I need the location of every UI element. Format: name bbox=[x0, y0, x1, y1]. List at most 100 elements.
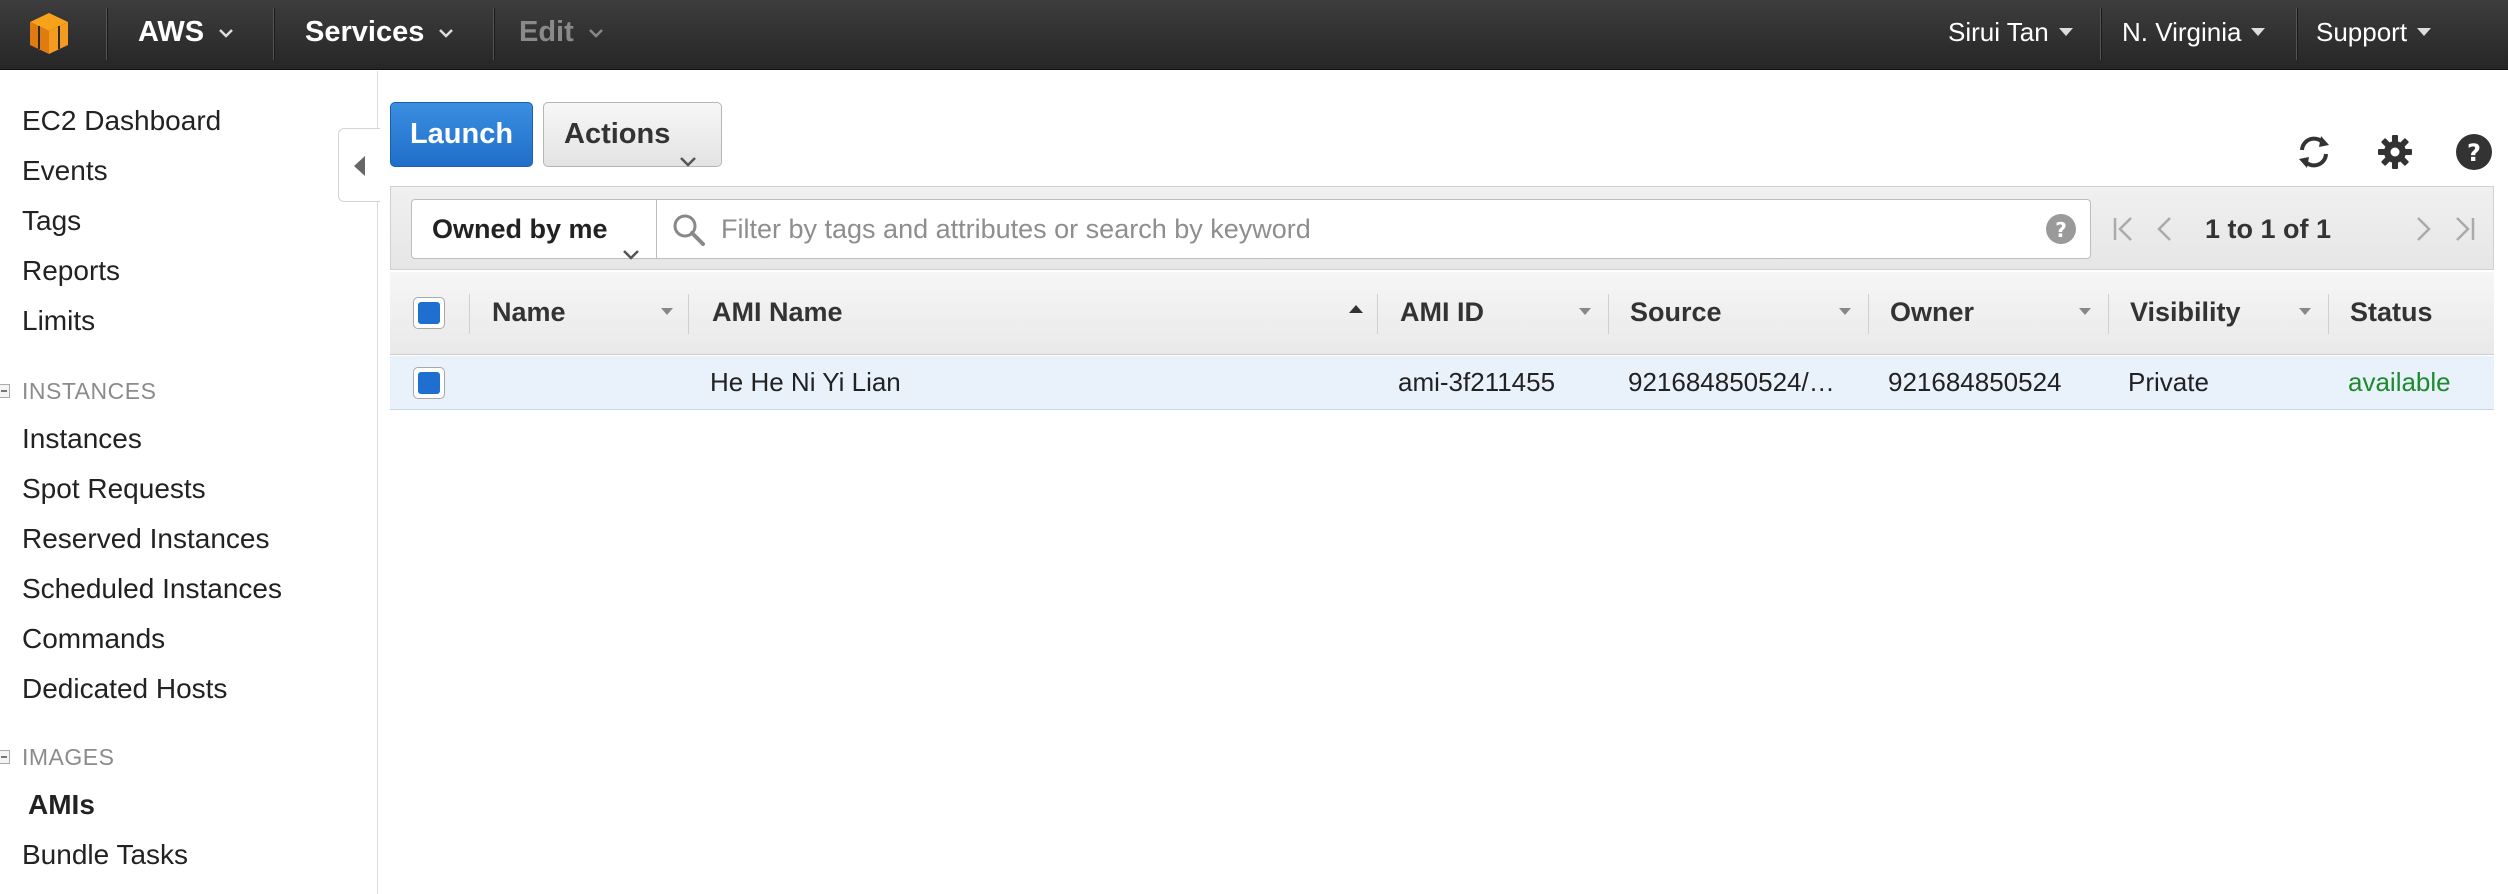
column-header-status[interactable]: Status bbox=[2350, 272, 2433, 355]
cell-source: 921684850524/… bbox=[1628, 367, 1835, 397]
search-help-icon[interactable]: ? bbox=[2044, 212, 2078, 246]
sidebar-item-amis[interactable]: AMIs bbox=[28, 789, 95, 821]
aws-menu[interactable]: AWS bbox=[138, 0, 234, 70]
aws-menu-label: AWS bbox=[138, 16, 205, 48]
owner-filter-select[interactable]: Owned by me bbox=[411, 199, 657, 260]
gear-icon[interactable] bbox=[2375, 132, 2415, 172]
next-page-icon[interactable] bbox=[2413, 215, 2433, 243]
sort-down-icon[interactable] bbox=[1579, 308, 1591, 315]
sort-up-icon[interactable] bbox=[1349, 305, 1363, 313]
checkbox-fill bbox=[418, 372, 440, 394]
nav-divider bbox=[273, 8, 274, 60]
collapse-sidebar-button[interactable] bbox=[338, 128, 380, 202]
column-divider bbox=[688, 294, 689, 334]
svg-text:?: ? bbox=[2467, 139, 2481, 167]
nav-divider bbox=[106, 8, 107, 60]
cell-name bbox=[492, 356, 682, 410]
checkbox-fill bbox=[418, 302, 440, 324]
chevron-down-icon bbox=[588, 0, 604, 61]
collapse-section-icon bbox=[0, 384, 10, 398]
user-menu[interactable]: Sirui Tan bbox=[1948, 0, 2073, 70]
nav-divider bbox=[2100, 8, 2101, 60]
region-menu-label: N. Virginia bbox=[2122, 17, 2242, 47]
sidebar-item-commands[interactable]: Commands bbox=[22, 623, 165, 655]
pagination-count: 1 to 1 of 1 bbox=[2205, 214, 2332, 244]
launch-button[interactable]: Launch bbox=[390, 102, 533, 167]
chevron-down-icon bbox=[218, 0, 234, 61]
svg-text:?: ? bbox=[2055, 218, 2067, 242]
region-menu[interactable]: N. Virginia bbox=[2122, 0, 2266, 70]
sidebar-section-instances[interactable]: INSTANCES bbox=[0, 378, 157, 405]
pagination: 1 to 1 of 1 bbox=[2111, 199, 2491, 259]
search-input[interactable] bbox=[721, 208, 2001, 250]
edit-menu-label: Edit bbox=[519, 16, 574, 48]
services-menu[interactable]: Services bbox=[305, 0, 454, 70]
support-menu-label: Support bbox=[2316, 17, 2408, 47]
collapse-section-icon bbox=[0, 750, 10, 764]
table-row[interactable]: He He Ni Yi Lian ami-3f211455 9216848505… bbox=[390, 356, 2494, 410]
first-page-icon[interactable] bbox=[2111, 215, 2137, 243]
column-header-source[interactable]: Source bbox=[1630, 272, 1722, 355]
services-menu-label: Services bbox=[305, 16, 425, 48]
refresh-icon[interactable] bbox=[2294, 132, 2334, 172]
chevron-down-icon bbox=[438, 0, 454, 61]
sidebar-item-dedicated-hosts[interactable]: Dedicated Hosts bbox=[22, 673, 227, 705]
help-icon[interactable]: ? bbox=[2454, 132, 2494, 172]
user-menu-label: Sirui Tan bbox=[1948, 17, 2049, 47]
column-header-ami-id[interactable]: AMI ID bbox=[1400, 272, 1484, 355]
column-divider bbox=[2108, 294, 2109, 334]
search-box: ? bbox=[657, 199, 2091, 259]
column-header-ami-name[interactable]: AMI Name bbox=[712, 272, 843, 355]
cell-ami-name: He He Ni Yi Lian bbox=[710, 367, 901, 397]
nav-divider bbox=[493, 8, 494, 60]
top-navigation-bar: AWS Services Edit Sirui Tan N. Virginia … bbox=[0, 0, 2508, 70]
sidebar-section-label: INSTANCES bbox=[22, 378, 157, 404]
cell-status: available bbox=[2348, 367, 2451, 397]
column-header-owner[interactable]: Owner bbox=[1890, 272, 1974, 355]
collapse-left-icon bbox=[354, 156, 365, 176]
column-divider bbox=[1608, 294, 1609, 334]
sidebar-item-scheduled-instances[interactable]: Scheduled Instances bbox=[22, 573, 282, 605]
sidebar-item-spot-requests[interactable]: Spot Requests bbox=[22, 473, 206, 505]
sidebar-item-ec2-dashboard[interactable]: EC2 Dashboard bbox=[22, 105, 221, 137]
column-header-visibility[interactable]: Visibility bbox=[2130, 272, 2241, 355]
sidebar-item-tags[interactable]: Tags bbox=[22, 205, 81, 237]
row-checkbox[interactable] bbox=[413, 367, 445, 399]
chevron-down-icon bbox=[679, 128, 697, 190]
caret-down-icon bbox=[2417, 28, 2432, 37]
cell-owner: 921684850524 bbox=[1888, 367, 2062, 397]
nav-divider bbox=[2296, 8, 2297, 60]
actions-button-label: Actions bbox=[564, 118, 671, 150]
sidebar-item-instances[interactable]: Instances bbox=[22, 423, 142, 455]
sidebar: EC2 Dashboard Events Tags Reports Limits… bbox=[0, 71, 378, 894]
select-all-checkbox[interactable] bbox=[413, 297, 445, 329]
sidebar-item-bundle-tasks[interactable]: Bundle Tasks bbox=[22, 839, 188, 871]
owner-filter-value: Owned by me bbox=[432, 214, 608, 244]
sidebar-section-label: IMAGES bbox=[22, 744, 115, 770]
column-divider bbox=[2328, 294, 2329, 334]
sidebar-section-images[interactable]: IMAGES bbox=[0, 744, 115, 771]
cell-visibility: Private bbox=[2128, 367, 2209, 397]
table-header: Name AMI Name AMI ID Source Owner Visibi… bbox=[390, 272, 2494, 355]
support-menu[interactable]: Support bbox=[2316, 0, 2432, 70]
filter-bar: Owned by me ? 1 to 1 of 1 bbox=[390, 186, 2494, 270]
sort-down-icon[interactable] bbox=[661, 308, 673, 315]
aws-cube-icon[interactable] bbox=[26, 10, 72, 56]
last-page-icon[interactable] bbox=[2451, 215, 2477, 243]
sort-down-icon[interactable] bbox=[1839, 308, 1851, 315]
column-header-name[interactable]: Name bbox=[492, 272, 566, 355]
sidebar-item-reports[interactable]: Reports bbox=[22, 255, 120, 287]
column-divider bbox=[1377, 294, 1378, 334]
edit-menu[interactable]: Edit bbox=[519, 0, 604, 70]
caret-down-icon bbox=[2251, 28, 2266, 37]
previous-page-icon[interactable] bbox=[2155, 215, 2175, 243]
sidebar-item-reserved-instances[interactable]: Reserved Instances bbox=[22, 523, 269, 555]
cell-ami-id: ami-3f211455 bbox=[1398, 367, 1556, 397]
sidebar-item-limits[interactable]: Limits bbox=[22, 305, 95, 337]
sidebar-item-events[interactable]: Events bbox=[22, 155, 108, 187]
column-divider bbox=[469, 294, 470, 334]
sort-down-icon[interactable] bbox=[2079, 308, 2091, 315]
sort-down-icon[interactable] bbox=[2299, 308, 2311, 315]
actions-button[interactable]: Actions bbox=[543, 102, 722, 167]
search-icon bbox=[673, 214, 705, 246]
